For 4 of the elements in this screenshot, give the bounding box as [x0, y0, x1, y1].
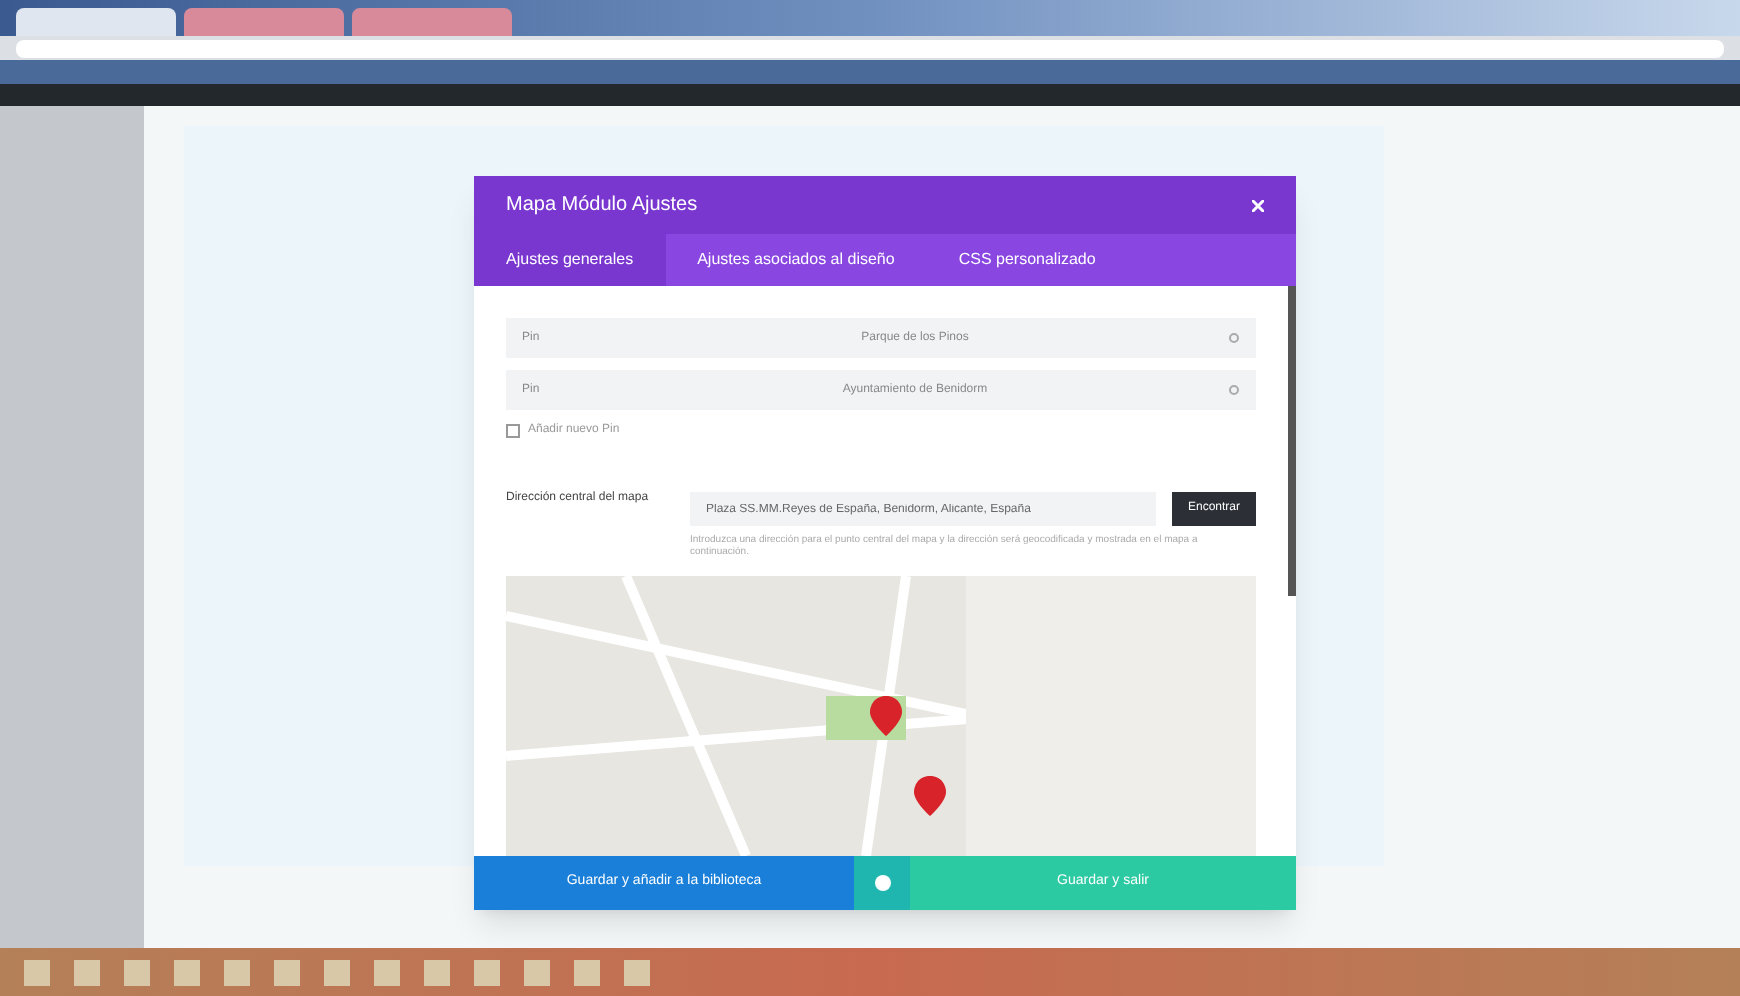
tab[interactable]: Ajustes generales: [474, 234, 666, 286]
tab[interactable]: CSS personalizado: [926, 234, 1128, 286]
modal-title: Mapa Módulo Ajustes: [506, 192, 698, 220]
tab[interactable]: Ajustes asociados al diseño: [665, 234, 927, 286]
